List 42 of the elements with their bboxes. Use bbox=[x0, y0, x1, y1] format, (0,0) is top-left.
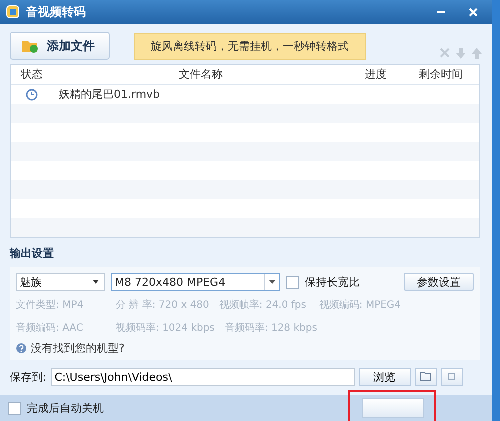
path-field[interactable]: C:\Users\John\Videos\ bbox=[50, 368, 355, 386]
move-down-icon[interactable] bbox=[456, 48, 466, 58]
spec-text: 音频编码: AAC bbox=[16, 322, 84, 334]
column-header[interactable]: 剩余时间 bbox=[403, 67, 479, 82]
spec-text: 分 辨 率: 720 x 480 bbox=[116, 298, 210, 312]
window-title: 音视频转码 bbox=[26, 4, 87, 20]
help-link[interactable]: 没有找到您的机型? bbox=[16, 341, 474, 356]
spec-text: 视频帧率: 24.0 fps bbox=[219, 298, 308, 312]
spec-text: 音频码率: 128 kbps bbox=[224, 322, 318, 334]
folder-button[interactable] bbox=[414, 368, 437, 386]
close-icon bbox=[468, 8, 478, 16]
column-header[interactable]: 文件名称 bbox=[53, 67, 349, 82]
checkbox-label: 完成后自动关机 bbox=[27, 400, 104, 416]
settings-button[interactable]: 参数设置 bbox=[404, 273, 474, 291]
column-header[interactable]: 状态 bbox=[11, 67, 53, 82]
square-icon bbox=[448, 373, 456, 381]
preset-select[interactable]: M8 720x480 MPEG4 bbox=[111, 273, 280, 291]
start-button[interactable] bbox=[362, 398, 424, 418]
spec-text: 视频编码: MPEG4 bbox=[319, 298, 402, 312]
folder-add-icon bbox=[21, 39, 39, 53]
browse-button[interactable]: 浏览 bbox=[358, 368, 411, 386]
dropdown-arrow-icon bbox=[268, 280, 276, 284]
spec-text: 文件类型: MP4 bbox=[16, 298, 85, 312]
brand-select[interactable]: 魅族 bbox=[16, 273, 105, 291]
spec-text: 视频码率: 1024 kbps bbox=[116, 322, 215, 334]
checkbox-label: 保持长宽比 bbox=[305, 274, 360, 290]
minimize-icon bbox=[437, 11, 445, 13]
small-button[interactable] bbox=[440, 368, 463, 386]
delete-icon[interactable] bbox=[440, 48, 450, 58]
section-heading: 输出设置 bbox=[10, 247, 54, 260]
help-icon bbox=[16, 343, 27, 354]
file-name: 妖精的尾巴01.rmvb bbox=[58, 87, 162, 102]
save-label: 保存到: bbox=[10, 370, 47, 384]
checkbox[interactable] bbox=[286, 276, 299, 288]
app-icon bbox=[6, 5, 20, 19]
add-file-button[interactable]: 添加文件 bbox=[10, 32, 110, 60]
clock-icon bbox=[26, 88, 38, 100]
folder-icon bbox=[420, 372, 432, 382]
checkbox[interactable] bbox=[8, 402, 21, 414]
move-up-icon[interactable] bbox=[472, 48, 482, 58]
promo-banner[interactable]: 旋风离线转码，无需挂机，一秒钟转格式 bbox=[134, 32, 366, 60]
column-header[interactable]: 进度 bbox=[349, 67, 403, 82]
